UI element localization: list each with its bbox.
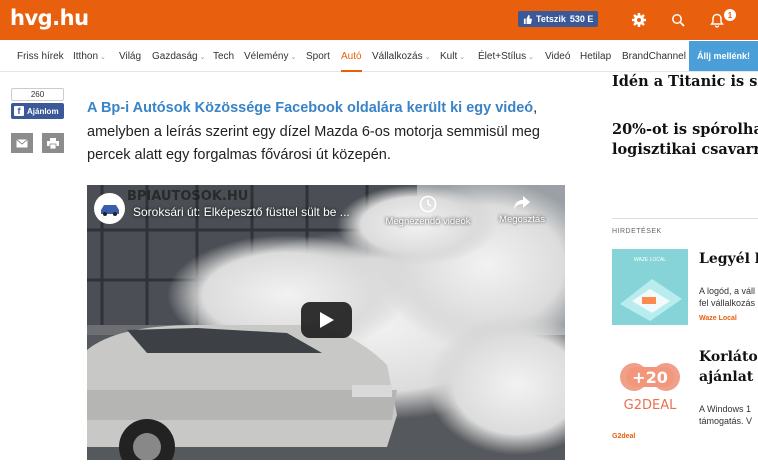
clock-icon: [419, 195, 437, 213]
chevron-down-icon: ⌄: [100, 54, 106, 61]
ad-body: A logód, a váll: [699, 286, 756, 296]
car-icon: [100, 204, 119, 216]
email-share-button[interactable]: [11, 133, 33, 153]
chevron-down-icon: ⌄: [424, 54, 431, 61]
settings-gear-icon[interactable]: [629, 10, 649, 30]
svg-text:WAZE LOCAL: WAZE LOCAL: [634, 257, 666, 263]
svg-text:G2DEAL: G2DEAL: [624, 398, 677, 413]
share-label: Megosztás: [499, 214, 545, 225]
support-us-button[interactable]: Állj mellénk!: [689, 41, 758, 71]
chevron-down-icon: ⌄: [528, 54, 534, 61]
nav-item-hetilap[interactable]: Hetilap: [580, 40, 611, 72]
divider: [612, 218, 758, 219]
ad-source[interactable]: G2deal: [612, 433, 635, 440]
channel-avatar[interactable]: [94, 193, 125, 224]
chevron-down-icon: ⌄: [290, 54, 297, 61]
ad-title-line2[interactable]: ajánlat: [699, 367, 753, 387]
nav-item-vallalkozas[interactable]: Vállalkozás ⌄: [372, 40, 430, 72]
ad-title[interactable]: Legyél lát: [699, 249, 758, 269]
video-watermark: BPIAUTOSOK.HU: [127, 189, 249, 204]
nav-item-vilag[interactable]: Világ: [119, 40, 141, 72]
chevron-down-icon: ⌄: [199, 54, 206, 61]
site-logo[interactable]: hvg.hu: [10, 6, 89, 30]
play-icon: [319, 312, 334, 328]
share-arrow-icon: [514, 196, 530, 210]
nav-item-gazdasag[interactable]: Gazdaság ⌄: [152, 40, 205, 72]
svg-text:+20: +20: [632, 368, 668, 387]
article-paragraph: A Bp-i Autósok Közössége Facebook oldalá…: [87, 97, 565, 168]
print-button[interactable]: [42, 133, 64, 153]
ad-title[interactable]: Korlátozo: [699, 347, 758, 367]
share-count: 260: [11, 88, 64, 101]
nav-item-elet-stilus[interactable]: Élet+Stílus ⌄: [478, 40, 534, 72]
nav-item-sport[interactable]: Sport: [306, 40, 330, 72]
sidebar-headline[interactable]: Idén a Titanic is szín: [612, 72, 758, 92]
nav-item-auto[interactable]: Autó: [341, 40, 362, 72]
nav-item-kult[interactable]: Kult ⌄: [440, 40, 465, 72]
sidebar-headline[interactable]: 20%-ot is spórolhatna: [612, 120, 758, 140]
ads-section-label: HIRDETÉSEK: [612, 228, 662, 235]
like-label: Tetszik: [536, 14, 566, 24]
facebook-like-button[interactable]: Tetszik 530 E: [518, 11, 599, 27]
nav-item-tech[interactable]: Tech: [213, 40, 234, 72]
printer-icon: [47, 137, 59, 149]
like-count: 530 E: [569, 14, 594, 24]
video-player[interactable]: BPIAUTOSOK.HU Soroksári út: Elképesztő f…: [87, 185, 565, 460]
video-share-button[interactable]: Megosztás: [492, 195, 552, 225]
chevron-down-icon: ⌄: [459, 54, 466, 61]
facebook-recommend-button[interactable]: f Ajánlom: [11, 103, 64, 119]
ad-body-line2: támogatás. V: [699, 416, 753, 426]
recommend-label: Ajánlom: [27, 106, 59, 116]
facebook-source-link[interactable]: A Bp-i Autósok Közössége Facebook oldalá…: [87, 100, 533, 116]
play-button[interactable]: [301, 302, 352, 338]
ad-source[interactable]: Waze Local: [699, 315, 737, 322]
video-title[interactable]: Soroksári út: Elképesztő füsttel sült be…: [133, 205, 350, 219]
ad-thumbnail-g2deal[interactable]: +20 G2DEAL: [612, 349, 688, 425]
nav-item-friss-hirek[interactable]: Friss hírek: [17, 40, 64, 72]
share-column: 260 f Ajánlom: [11, 88, 67, 119]
ad-thumbnail-waze[interactable]: WAZE LOCAL: [612, 249, 688, 325]
ad-body-line2: fel vállalkozás: [699, 298, 756, 308]
watch-later-label: Megnézendő videók: [385, 216, 471, 227]
notification-badge: 1: [724, 9, 736, 21]
envelope-icon: [16, 138, 28, 147]
nav-item-itthon[interactable]: Itthon ⌄: [73, 40, 106, 72]
sidebar-headline-line2[interactable]: logisztikai csavarral: [612, 140, 758, 160]
watch-later-button[interactable]: Megnézendő videók: [385, 195, 471, 227]
ad-body: A Windows 1: [699, 404, 752, 414]
thumbs-up-icon: [523, 14, 532, 24]
main-nav: Friss hírek Itthon ⌄ Világ Gazdaság ⌄ Tech…: [0, 40, 758, 72]
nav-item-video[interactable]: Videó: [545, 40, 570, 72]
nav-item-velemeny[interactable]: Vélemény ⌄: [244, 40, 296, 72]
nav-item-brandchannel[interactable]: BrandChannel: [622, 40, 686, 72]
top-bar: hvg.hu Tetszik 530 E 1: [0, 0, 758, 40]
facebook-icon: f: [14, 106, 24, 116]
search-icon[interactable]: [668, 10, 688, 30]
